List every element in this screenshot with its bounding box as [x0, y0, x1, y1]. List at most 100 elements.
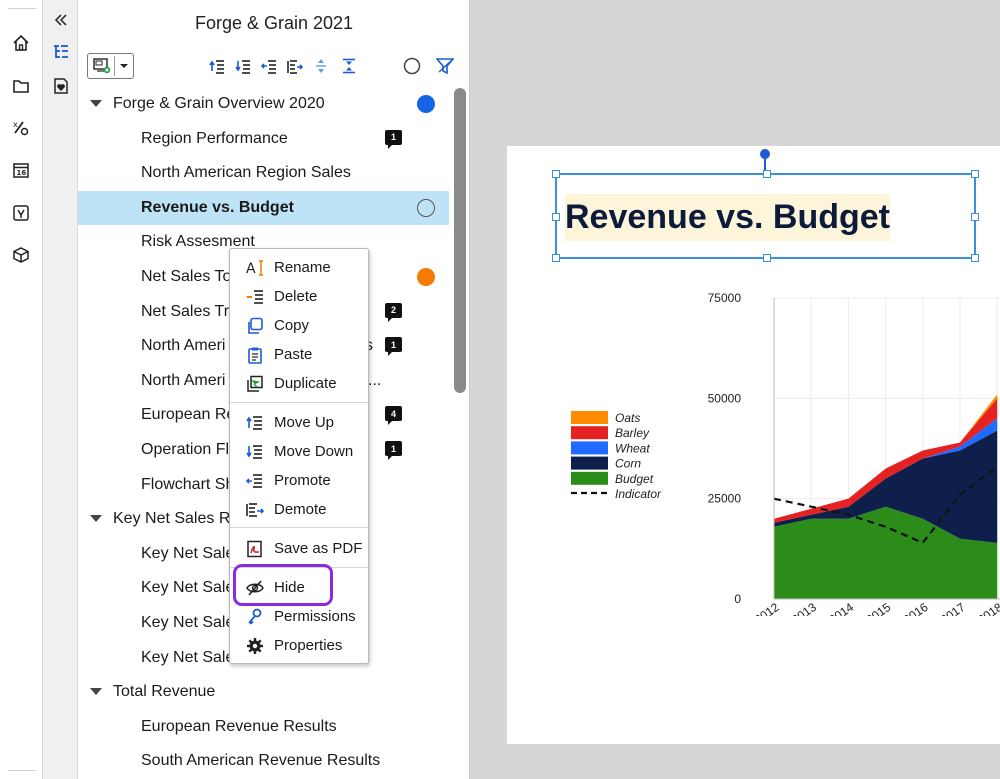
- tree-outline-icon[interactable]: [51, 42, 71, 62]
- menu-item-label: Copy: [274, 317, 310, 334]
- tree-item-label: Key Net Sale: [141, 544, 235, 562]
- resize-handle[interactable]: [971, 170, 979, 178]
- move-up-icon[interactable]: [208, 57, 226, 75]
- collapse-all-icon[interactable]: [340, 57, 358, 75]
- slide-title[interactable]: Revenue vs. Budget: [565, 194, 890, 241]
- status-indicator-icon[interactable]: [417, 198, 435, 217]
- x-tick-label: A2014: [820, 600, 857, 616]
- promote-icon[interactable]: [260, 57, 278, 75]
- comment-count-badge[interactable]: 1: [385, 337, 402, 357]
- slide-page: Revenue vs. Budget 75000 50000 25000 0 A2012…: [507, 146, 1000, 744]
- menu-item-properties[interactable]: Properties: [230, 631, 368, 659]
- tree-item-row[interactable]: Revenue vs. Budget: [78, 190, 449, 225]
- resize-handle[interactable]: [552, 254, 560, 262]
- resize-handle[interactable]: [971, 254, 979, 262]
- cube-icon[interactable]: [11, 245, 31, 265]
- tree-item-label: European Re: [141, 406, 236, 424]
- duplicate-icon: [245, 374, 264, 393]
- resize-handle[interactable]: [552, 170, 560, 178]
- formula-icon[interactable]: x: [11, 118, 31, 138]
- add-slide-icon[interactable]: [90, 54, 114, 78]
- status-circle-icon[interactable]: [403, 57, 421, 75]
- scenario-icon[interactable]: [11, 203, 31, 223]
- menu-item-save-as-pdf[interactable]: Save as PDF: [230, 534, 368, 562]
- tree-group-row[interactable]: Total Revenue: [78, 675, 449, 709]
- comment-count-badge[interactable]: 4: [385, 406, 402, 426]
- title-selection-box[interactable]: Revenue vs. Budget: [552, 170, 979, 262]
- menu-item-move-up[interactable]: Move Up: [230, 408, 368, 436]
- menu-item-copy[interactable]: Copy: [230, 311, 368, 339]
- tree-item-label: Flowchart Sh: [141, 475, 235, 493]
- legend-label: Indicator: [615, 487, 662, 501]
- svg-text:16: 16: [17, 169, 27, 177]
- resize-handle[interactable]: [763, 170, 771, 178]
- permissions-icon: [245, 607, 264, 626]
- move-down-icon[interactable]: [234, 57, 252, 75]
- folder-icon[interactable]: [11, 76, 31, 96]
- menu-item-label: Hide: [274, 579, 305, 596]
- legend-swatch-barley: [571, 426, 608, 440]
- menu-item-label: Move Down: [274, 443, 354, 460]
- menu-item-promote[interactable]: Promote: [230, 466, 368, 494]
- panel-title: Forge & Grain 2021: [194, 13, 354, 33]
- caret-down-icon[interactable]: [90, 688, 102, 696]
- status-indicator-icon[interactable]: [417, 95, 435, 113]
- calendar-icon[interactable]: 16: [11, 160, 31, 180]
- tree-item-row[interactable]: Region Performance 1: [78, 122, 449, 156]
- menu-item-move-down[interactable]: Move Down: [230, 437, 368, 465]
- menu-separator: [230, 567, 368, 568]
- favorite-doc-icon[interactable]: [51, 76, 71, 96]
- add-slide-split-button[interactable]: [87, 53, 134, 79]
- menu-item-duplicate[interactable]: Duplicate: [230, 369, 368, 397]
- panel-tabs-rail: [43, 0, 78, 779]
- tree-item-row[interactable]: European Revenue Results: [78, 710, 449, 744]
- comment-count-badge[interactable]: 1: [385, 129, 402, 149]
- y-tick-label: 25000: [708, 492, 742, 506]
- collapse-double-chevron-icon[interactable]: [51, 10, 71, 30]
- rotate-handle[interactable]: [760, 149, 770, 159]
- y-tick-label: 50000: [708, 391, 742, 405]
- expand-all-icon[interactable]: [312, 57, 330, 75]
- menu-item-delete[interactable]: Delete: [230, 282, 368, 310]
- rename-icon: A: [245, 258, 264, 277]
- comment-count-badge[interactable]: 1: [385, 441, 402, 460]
- menu-item-rename[interactable]: A Rename: [230, 253, 368, 281]
- tree-item-label: Key Net Sale: [141, 614, 235, 631]
- caret-down-icon[interactable]: [90, 515, 102, 523]
- menu-item-hide[interactable]: Hide: [230, 573, 368, 601]
- tree-item-label: Key Net Sale: [141, 648, 235, 666]
- tree-group-row[interactable]: Forge & Grain Overview 2020: [78, 87, 449, 121]
- home-icon[interactable]: [11, 33, 31, 53]
- legend-swatch-oats: [571, 411, 608, 424]
- tree-item-label: Key Net Sale: [141, 579, 235, 597]
- demote-icon[interactable]: [286, 57, 304, 75]
- pdf-icon: [245, 539, 264, 558]
- x-tick-label: A2013: [782, 600, 819, 616]
- tree-scrollbar[interactable]: [454, 88, 466, 393]
- menu-item-demote[interactable]: Demote: [230, 495, 368, 523]
- tree-item-label: Operation Fl: [141, 441, 230, 458]
- tree-item-label: Total Revenue: [113, 683, 216, 701]
- move-up-icon: [245, 413, 264, 432]
- caret-down-icon[interactable]: [90, 100, 102, 107]
- tree-item-row[interactable]: North American Region Sales: [78, 156, 449, 190]
- x-tick-label: A2018: [968, 600, 1000, 616]
- slide-canvas: Revenue vs. Budget 75000 50000 25000 0 A2012…: [470, 0, 1000, 779]
- filter-icon[interactable]: [436, 57, 454, 75]
- status-indicator-icon[interactable]: [417, 268, 435, 286]
- menu-separator: [230, 402, 368, 403]
- resize-handle[interactable]: [971, 213, 979, 221]
- resize-handle[interactable]: [763, 254, 771, 262]
- legend-label: Oats: [615, 411, 640, 425]
- copy-icon: [245, 316, 264, 335]
- menu-item-paste[interactable]: Paste: [230, 340, 368, 368]
- resize-handle[interactable]: [552, 213, 560, 221]
- tree-item-label: Region Performance: [141, 129, 288, 147]
- app-nav-rail: x 16: [0, 0, 43, 779]
- comment-count-badge[interactable]: 2: [385, 302, 402, 322]
- menu-item-label: Duplicate: [274, 375, 337, 392]
- chevron-down-icon[interactable]: [115, 54, 133, 78]
- gear-icon: [245, 636, 264, 655]
- menu-item-permissions[interactable]: Permissions: [230, 602, 368, 630]
- tree-item-row[interactable]: South American Revenue Results: [78, 744, 449, 778]
